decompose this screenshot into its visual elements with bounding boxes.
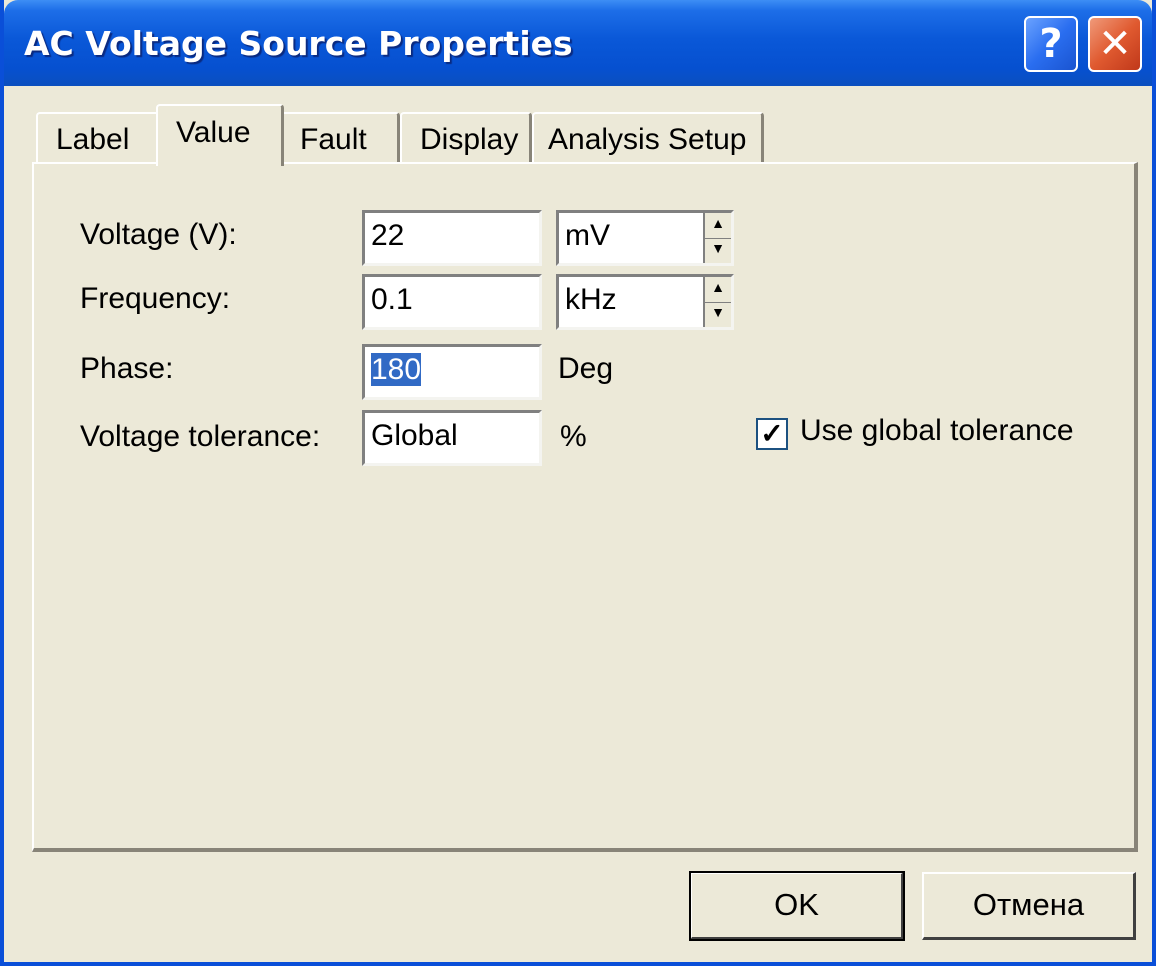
voltage-label: Voltage (V):: [80, 218, 237, 251]
tolerance-label: Voltage tolerance:: [80, 420, 321, 453]
tolerance-unit: %: [560, 420, 587, 453]
tolerance-input[interactable]: Global: [362, 410, 542, 466]
tolerance-value: Global: [371, 419, 458, 452]
use-global-tolerance-checkbox[interactable]: ✓: [756, 418, 788, 450]
cancel-button-label: Отмена: [972, 887, 1085, 922]
frequency-value: 0.1: [371, 283, 413, 316]
checkmark-icon: ✓: [760, 418, 784, 449]
spin-up-icon[interactable]: ▲: [705, 213, 731, 239]
phase-label: Phase:: [80, 352, 174, 385]
voltage-input[interactable]: 22: [362, 210, 542, 266]
voltage-value: 22: [371, 219, 405, 252]
spin-up-icon[interactable]: ▲: [705, 277, 731, 303]
use-global-tolerance-label[interactable]: Use global tolerance: [800, 414, 1074, 448]
spin-down-icon[interactable]: ▼: [705, 302, 731, 327]
phase-input[interactable]: 180: [362, 344, 542, 400]
frequency-unit-spin-buttons[interactable]: ▲ ▼: [703, 277, 731, 327]
frequency-unit-value: kHz: [565, 283, 617, 316]
voltage-unit-spinner[interactable]: mV ▲ ▼: [556, 210, 734, 266]
frequency-input[interactable]: 0.1: [362, 274, 542, 330]
phase-value: 180: [371, 353, 422, 386]
frequency-label: Frequency:: [80, 282, 231, 315]
frequency-unit-spinner[interactable]: kHz ▲ ▼: [556, 274, 734, 330]
voltage-unit-spin-buttons[interactable]: ▲ ▼: [703, 213, 731, 263]
form-layer: Voltage (V): 22 mV ▲ ▼ Frequency: 0.1 kH…: [4, 0, 1156, 966]
spin-down-icon[interactable]: ▼: [705, 238, 731, 263]
ok-button[interactable]: OK: [689, 871, 905, 941]
ok-button-label: OK: [774, 887, 819, 922]
cancel-button[interactable]: Отмена: [922, 872, 1136, 940]
dialog-window: AC Voltage Source Properties ? ✕ Label V…: [0, 0, 1156, 966]
voltage-unit-value: mV: [565, 219, 610, 252]
phase-unit: Deg: [558, 352, 614, 385]
